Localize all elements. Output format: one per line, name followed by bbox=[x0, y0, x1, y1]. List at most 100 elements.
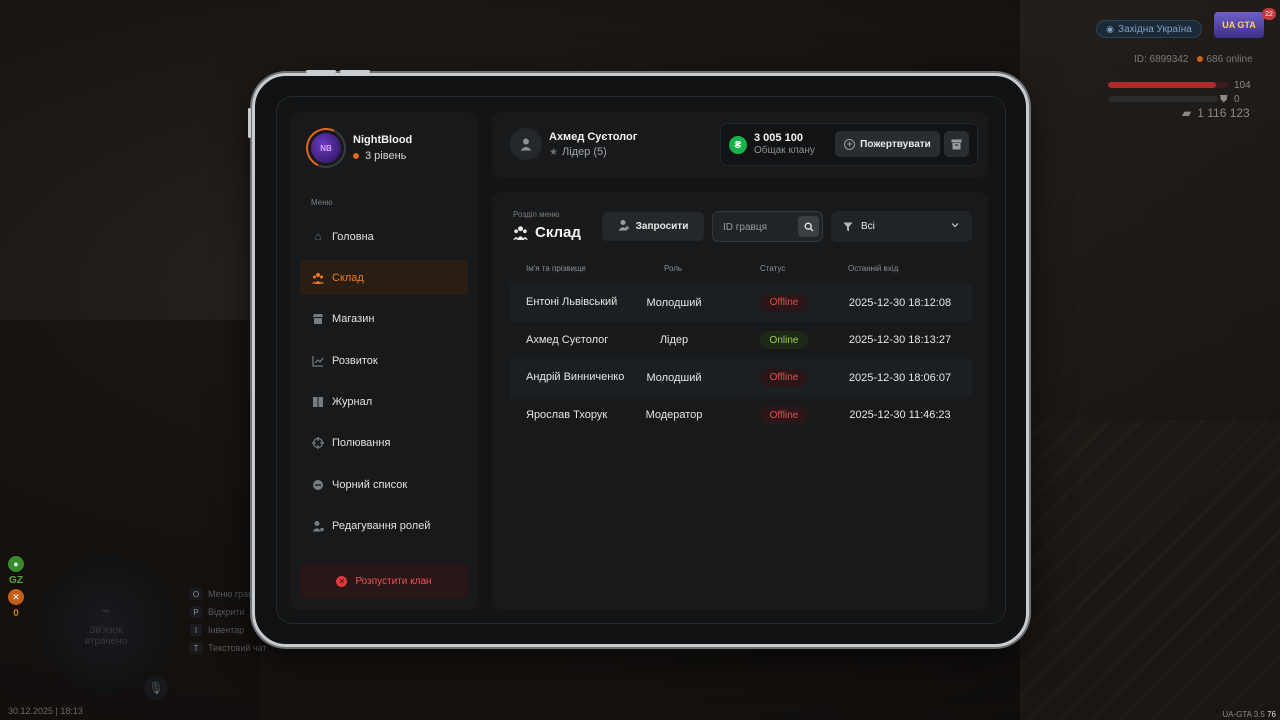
member-name: Ярослав Тхорук bbox=[526, 408, 608, 421]
minimap: ⌁ Зв'язок втрачено bbox=[38, 556, 174, 692]
sidebar-item-label: Магазин bbox=[332, 313, 375, 326]
status-badge: Offline bbox=[760, 293, 808, 312]
status-filter-select[interactable]: Всі bbox=[831, 211, 972, 242]
filter-icon bbox=[843, 222, 853, 231]
table-row[interactable]: Андрій Винниченко Молодший Offline 2025-… bbox=[510, 359, 972, 397]
sidebar-item-label: Журнал bbox=[332, 396, 373, 409]
members-table: Ентоні Львівський Молодший Offline 2025-… bbox=[510, 284, 972, 434]
hud-money: ▰ 1 116 123 bbox=[1182, 106, 1250, 120]
search-icon bbox=[804, 222, 813, 231]
sidebar-item-members[interactable]: Склад bbox=[300, 260, 468, 296]
microphone-icon[interactable]: 🎙 bbox=[144, 676, 168, 700]
invite-button[interactable]: Запросити bbox=[602, 212, 704, 241]
user-edit-icon bbox=[312, 520, 324, 532]
column-header-name: Ім'я та прізвище bbox=[526, 264, 586, 273]
treasury-amount: 3 005 100 bbox=[754, 132, 803, 144]
online-dot-icon bbox=[1196, 56, 1203, 62]
members-icon bbox=[312, 272, 324, 284]
member-name: Андрій Винниченко bbox=[526, 371, 625, 384]
sidebar-item-development[interactable]: Розвиток bbox=[300, 343, 468, 378]
hint-label: Інвентар bbox=[208, 625, 245, 635]
user-avatar bbox=[510, 128, 542, 160]
star-icon: ★ bbox=[549, 146, 558, 158]
hint-key: P bbox=[190, 606, 202, 618]
user-role: ★ Лідер (5) bbox=[549, 146, 607, 158]
hud-datetime: 30.12.2025 | 18:13 bbox=[8, 706, 83, 716]
table-row[interactable]: Ярослав Тхорук Модератор Offline 2025-12… bbox=[510, 397, 972, 435]
chevron-down-icon bbox=[951, 223, 959, 228]
tablet-button bbox=[306, 70, 336, 73]
wanted-level: 0 bbox=[13, 608, 19, 619]
close-icon: ✕ bbox=[336, 575, 348, 587]
hud-status-icons: ● GZ ✕ 0 bbox=[8, 556, 24, 619]
page-title-label: Склад bbox=[535, 224, 581, 241]
chart-icon bbox=[312, 355, 324, 367]
search-button[interactable] bbox=[798, 216, 819, 237]
gz-label: GZ bbox=[9, 575, 23, 586]
hud-money-value: 1 116 123 bbox=[1197, 106, 1250, 120]
hud-online-count: 686 online bbox=[1206, 54, 1253, 65]
donate-button[interactable]: + Пожертвувати bbox=[835, 131, 940, 157]
sidebar-menu: ⌂ Головна Склад Магазин Розвиток Журнал … bbox=[300, 219, 468, 550]
health-bar bbox=[1108, 82, 1228, 88]
sidebar-item-home[interactable]: ⌂ Головна bbox=[300, 219, 468, 254]
sidebar-item-hunting[interactable]: Полювання bbox=[300, 426, 468, 461]
disband-clan-button[interactable]: ✕ Розпустити клан bbox=[300, 564, 468, 598]
member-name: Ахмед Суєтолог bbox=[526, 333, 609, 346]
column-header-status: Статус bbox=[760, 264, 786, 273]
server-logo-badge: 22 bbox=[1262, 8, 1276, 20]
member-role: Молодший bbox=[646, 371, 702, 384]
disband-clan-label: Розпустити клан bbox=[355, 575, 432, 587]
hint-row: T Текстовий чат bbox=[190, 642, 267, 654]
clan-avatar-text: NB bbox=[320, 143, 332, 153]
table-row[interactable]: Ентоні Львівський Молодший Offline 2025-… bbox=[510, 284, 972, 322]
hint-label: Відкрити bbox=[208, 607, 245, 617]
shop-icon bbox=[312, 313, 324, 325]
status-filter-value: Всі bbox=[861, 221, 875, 232]
hud-region-badge: ◉ Західна Україна bbox=[1096, 20, 1202, 38]
sidebar-item-journal[interactable]: Журнал bbox=[300, 385, 468, 420]
clan-avatar: NB bbox=[311, 133, 341, 163]
member-last-login: 2025-12-30 18:13:27 bbox=[848, 334, 952, 347]
clan-level-label: 3 рівень bbox=[365, 150, 407, 162]
archive-icon bbox=[951, 139, 962, 149]
home-icon: ⌂ bbox=[314, 230, 322, 243]
crosshair-icon bbox=[312, 437, 324, 450]
member-last-login: 2025-12-30 11:46:23 bbox=[849, 409, 951, 422]
armor-bar bbox=[1108, 96, 1218, 102]
minimap-status: Зв'язок втрачено bbox=[84, 624, 128, 647]
sidebar-item-label: Головна bbox=[332, 230, 374, 243]
user-role-label: Лідер (5) bbox=[561, 146, 607, 158]
status-badge: Offline bbox=[760, 368, 808, 387]
health-value: 104 bbox=[1234, 80, 1251, 91]
status-badge: Online bbox=[760, 331, 808, 350]
hud-player-id: ID: 6899342 bbox=[1134, 54, 1189, 65]
user-icon bbox=[520, 138, 532, 151]
health-bar-fill bbox=[1108, 82, 1216, 88]
clan-level: 3 рівень bbox=[353, 150, 406, 162]
members-icon bbox=[513, 225, 528, 240]
player-id-input[interactable] bbox=[723, 219, 793, 235]
sidebar-item-shop[interactable]: Магазин bbox=[300, 302, 468, 337]
sidebar-item-label: Розвиток bbox=[332, 354, 378, 367]
member-name: Ентоні Львівський bbox=[526, 296, 618, 309]
member-last-login: 2025-12-30 18:06:07 bbox=[848, 371, 952, 384]
member-role: Лідер bbox=[659, 334, 689, 347]
blocked-icon bbox=[312, 479, 324, 491]
archive-button[interactable] bbox=[944, 131, 969, 157]
status-ok-icon: ● bbox=[8, 556, 24, 572]
book-icon bbox=[312, 396, 324, 408]
plus-icon: + bbox=[844, 138, 856, 150]
member-role: Модератор bbox=[645, 409, 703, 422]
sidebar-item-blacklist[interactable]: Чорний список bbox=[300, 467, 468, 502]
table-row[interactable]: Ахмед Суєтолог Лідер Online 2025-12-30 1… bbox=[510, 322, 972, 360]
hint-key: O bbox=[190, 588, 202, 600]
hint-key: T bbox=[190, 642, 202, 654]
location-icon: ◉ bbox=[1106, 23, 1115, 34]
hud-player-info: ID: 6899342 686 online bbox=[1134, 54, 1253, 65]
sidebar-item-role-editing[interactable]: Редагування ролей bbox=[300, 509, 468, 544]
hud-online: 686 online bbox=[1196, 54, 1253, 65]
hryvnia-icon: ₴ bbox=[729, 136, 747, 154]
status-badge: Offline bbox=[760, 406, 808, 425]
donate-button-label: Пожертвувати bbox=[860, 138, 931, 150]
